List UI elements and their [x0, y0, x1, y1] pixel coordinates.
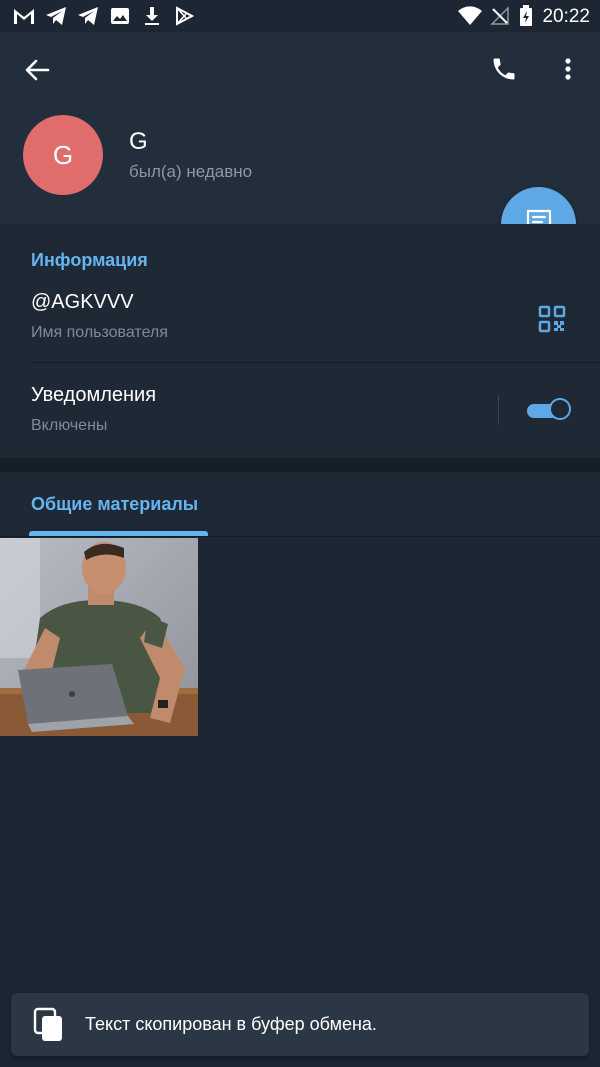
tab-shared-media[interactable]: Общие материалы [31, 494, 198, 515]
photo-thumbnail[interactable] [0, 538, 198, 736]
toggle-knob [549, 398, 571, 420]
battery-charging-icon [514, 4, 538, 28]
divider [0, 536, 600, 537]
username-label: Имя пользователя [31, 324, 168, 341]
divider [31, 362, 600, 363]
play-store-icon [172, 4, 196, 28]
telegram-icon [44, 4, 68, 28]
image-icon [108, 4, 132, 28]
download-icon [140, 4, 164, 28]
copy-icon [33, 1007, 65, 1043]
phone-icon[interactable] [490, 55, 518, 83]
last-seen-status: был(а) недавно [129, 162, 253, 181]
clock: 20:22 [542, 6, 590, 27]
arrow-left-icon[interactable] [22, 56, 52, 84]
avatar[interactable]: G [23, 115, 103, 195]
status-bar: 20:22 [0, 0, 600, 32]
avatar-letter: G [52, 139, 74, 170]
snackbar-text: Текст скопирован в буфер обмена. [85, 1014, 377, 1034]
more-vert-icon[interactable] [558, 56, 578, 84]
notifications-state: Включены [31, 417, 108, 434]
notifications-toggle[interactable] [527, 398, 572, 422]
contact-name: G [129, 128, 148, 155]
section-gap [0, 458, 600, 472]
info-section-title: Информация [31, 250, 148, 270]
notifications-label[interactable]: Уведомления [31, 384, 156, 407]
snackbar: Текст скопирован в буфер обмена. [11, 993, 589, 1056]
username-value[interactable]: @AGKVVV [31, 291, 134, 314]
no-signal-icon [488, 4, 512, 28]
gmail-icon [12, 4, 36, 28]
vertical-separator [498, 395, 499, 425]
wifi-icon [458, 4, 482, 28]
telegram-icon [76, 4, 100, 28]
qr-code-icon[interactable] [538, 305, 566, 333]
